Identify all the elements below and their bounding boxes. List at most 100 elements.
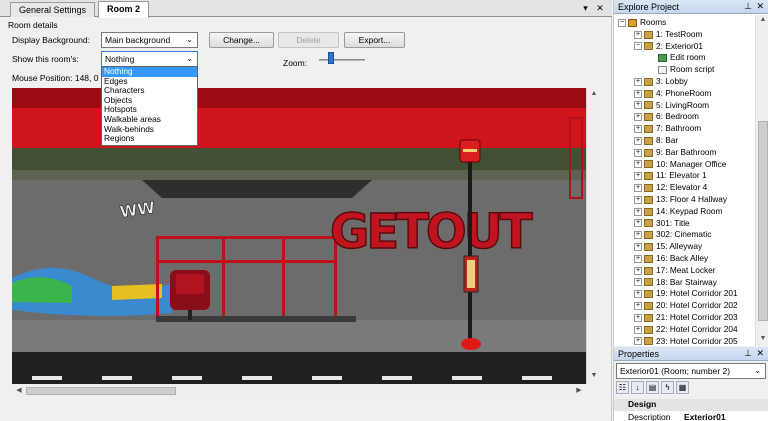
expand-icon[interactable]: + [634,89,642,98]
sort-alpha-icon[interactable]: ↓ [631,381,644,394]
tree-item[interactable]: +17: Meat Locker [634,265,716,277]
expand-icon[interactable]: + [634,113,642,122]
expand-icon[interactable]: + [634,254,642,263]
canvas-horizontal-scrollbar[interactable]: ◀ ▶ [12,384,586,398]
expand-icon[interactable]: + [634,313,642,322]
room-icon [644,136,653,145]
expand-icon[interactable]: + [634,302,642,310]
display-background-select[interactable]: Main background ⌄ [101,32,198,48]
tree-item[interactable]: +1: TestRoom [634,29,702,41]
tab-room-2[interactable]: Room 2 [98,1,150,18]
tree-item[interactable]: +14: Keypad Room [634,206,722,218]
tree-item[interactable]: +8: Bar [634,135,678,147]
properties-icon[interactable]: ▤ [646,381,659,394]
expand-icon[interactable]: + [634,278,642,287]
property-pages-icon[interactable]: ▦ [676,381,689,394]
tree-item[interactable]: +9: Bar Bathroom [634,147,716,159]
collapse-icon[interactable]: − [634,42,642,51]
tree-item[interactable]: +20: Hotel Corridor 202 [634,300,738,312]
tree-item[interactable]: +10: Manager Office [634,159,726,171]
categorized-icon[interactable]: ☷ [616,381,629,394]
pin-icon[interactable]: ⊥ [744,348,752,359]
delete-button[interactable]: Delete [278,32,339,48]
tab-list-dropdown-icon[interactable]: ▾ [579,3,591,14]
scroll-up-icon[interactable]: ▲ [587,90,601,97]
canvas-vertical-scrollbar[interactable]: ▲ ▼ [586,88,600,384]
expand-icon[interactable]: + [634,148,642,157]
tree-item[interactable]: +4: PhoneRoom [634,88,711,100]
show-room-select[interactable]: Nothing ⌄ [101,51,198,67]
tree-item[interactable]: − Rooms [618,17,666,29]
expand-icon[interactable]: + [634,243,642,251]
expand-icon[interactable]: + [634,125,642,133]
tree-vertical-scrollbar[interactable]: ▲ ▼ [755,15,768,346]
expand-icon[interactable]: + [634,101,642,110]
tree-item[interactable]: − 2: Exterior01 [634,41,703,53]
expand-icon[interactable]: + [634,30,642,39]
zoom-slider-thumb[interactable] [327,52,334,64]
horizontal-scroll-thumb[interactable] [26,387,176,395]
tree-item[interactable]: +19: Hotel Corridor 201 [634,288,738,300]
tree-item[interactable]: +15: Alleyway [634,241,702,253]
expand-icon[interactable]: + [634,136,642,145]
expand-icon[interactable]: + [634,207,642,216]
change-button[interactable]: Change... [209,32,274,48]
room-icon [644,125,653,133]
expand-icon[interactable]: + [634,219,642,228]
tree-item[interactable]: Edit room [658,52,706,64]
zoom-slider-track[interactable] [319,59,365,61]
expand-icon[interactable]: + [634,337,642,346]
tree-item[interactable]: +16: Back Alley [634,253,708,265]
room-icon [644,266,653,275]
tree-item[interactable]: +6: Bedroom [634,111,699,123]
expand-icon[interactable]: + [634,160,642,169]
property-row-description[interactable]: Description Exterior01 [614,411,768,421]
close-tab-icon[interactable]: ✕ [594,3,606,14]
expand-icon[interactable]: + [634,172,642,181]
collapse-icon[interactable]: − [618,18,626,27]
expand-icon[interactable]: + [634,325,642,334]
lamp-base [461,338,481,350]
scroll-up-icon[interactable]: ▲ [756,16,768,23]
tree-item[interactable]: +22: Hotel Corridor 204 [634,324,738,336]
tree-item[interactable]: +302: Cinematic [634,229,711,241]
tree-item[interactable]: +7: Bathroom [634,123,701,135]
events-icon[interactable]: ϟ [661,381,674,394]
tree-item[interactable]: +5: LivingRoom [634,100,709,112]
tree-item-label: 302: Cinematic [656,229,712,240]
scroll-down-icon[interactable]: ▼ [587,372,601,379]
tree-item-label: 4: PhoneRoom [656,87,712,98]
close-icon[interactable]: ✕ [756,348,764,359]
expand-icon[interactable]: + [634,290,642,299]
tree-item[interactable]: +13: Floor 4 Hallway [634,194,727,206]
tree-item[interactable]: +11: Elevator 1 [634,170,707,182]
tab-general-settings[interactable]: General Settings [10,2,96,17]
scroll-right-icon[interactable]: ▶ [572,386,586,394]
expand-icon[interactable]: + [634,195,642,204]
property-category-design[interactable]: Design [614,399,768,411]
room-icon [644,30,653,39]
room-icon [644,77,653,86]
expand-icon[interactable]: + [634,77,642,86]
tree-item-label: 16: Back Alley [656,253,709,263]
tree-item[interactable]: +3: Lobby [634,76,688,88]
pin-icon[interactable]: ⊥ [744,1,752,12]
expand-icon[interactable]: + [634,266,642,275]
dropdown-option[interactable]: Regions [102,134,197,144]
room-icon [644,160,653,169]
scroll-down-icon[interactable]: ▼ [756,335,768,342]
tree-item[interactable]: +301: Title [634,218,690,230]
tree-item[interactable]: +21: Hotel Corridor 203 [634,312,738,324]
close-icon[interactable]: ✕ [756,1,764,12]
tree-scroll-thumb[interactable] [758,121,768,321]
expand-icon[interactable]: + [634,184,642,192]
export-button[interactable]: Export... [344,32,405,48]
room-canvas[interactable]: WW GETOUT [12,88,586,384]
properties-object-select[interactable]: Exterior01 (Room; number 2) ⌄ [616,363,766,379]
tree-item[interactable]: +12: Elevator 4 [634,182,707,194]
expand-icon[interactable]: + [634,231,642,240]
tree-item[interactable]: +18: Bar Stairway [634,277,717,289]
tree-item[interactable]: Room script [658,64,714,76]
scroll-left-icon[interactable]: ◀ [12,386,26,394]
tree-item[interactable]: +23: Hotel Corridor 205 [634,336,738,346]
